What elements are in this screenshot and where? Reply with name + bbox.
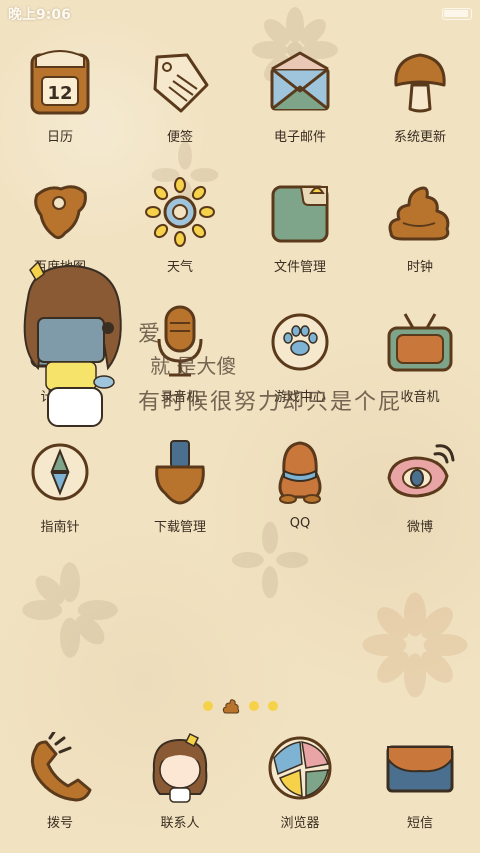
girl-widget-icon <box>23 260 122 427</box>
app-file-manager[interactable]: 文件管理 <box>240 174 360 282</box>
app-weather[interactable]: 天气 <box>120 174 240 282</box>
app-dialer[interactable]: 拨号 <box>0 730 120 846</box>
app-sms[interactable]: 短信 <box>360 730 480 846</box>
page-dot[interactable] <box>267 701 278 711</box>
app-label: 时钟 <box>406 260 433 275</box>
page-dot[interactable] <box>248 701 259 711</box>
app-weibo[interactable]: 微博 <box>360 434 480 542</box>
app-qq[interactable]: QQ <box>240 434 360 542</box>
app-label: 便签 <box>166 130 193 145</box>
app-clock[interactable]: 时钟 <box>360 174 480 282</box>
app-label: 短信 <box>406 816 433 831</box>
app-download-manager[interactable]: 下载管理 <box>120 434 240 542</box>
app-label: 微博 <box>406 520 433 535</box>
wallpaper-flower-icon <box>22 562 118 658</box>
girl-contacts-icon <box>142 730 218 806</box>
battery-icon <box>442 8 472 20</box>
phone-handset-icon <box>22 730 98 806</box>
notes-tag-icon <box>142 44 218 120</box>
app-system-update[interactable]: 系统更新 <box>360 44 480 152</box>
penguin-icon <box>262 434 338 510</box>
sun-weather-icon <box>142 174 218 250</box>
globe-browser-icon <box>262 730 338 806</box>
eye-weibo-icon <box>382 434 458 510</box>
poop-clock-icon <box>382 174 458 250</box>
app-label: 收音机 <box>400 390 440 405</box>
app-label: 日历 <box>46 130 73 145</box>
app-label: 系统更新 <box>393 130 446 145</box>
dock: 拨号 联系人 浏览器 短信 <box>0 730 480 846</box>
overlay-text-line3: 有时候很努力却只是个屁 <box>138 390 403 415</box>
app-email[interactable]: 电子邮件 <box>240 44 360 152</box>
status-bar: 晚上9:06 <box>0 0 480 28</box>
download-icon <box>142 434 218 510</box>
envelope-sms-icon <box>382 730 458 806</box>
app-label: 文件管理 <box>273 260 326 275</box>
overlay-text-line2: 就 是大傻 <box>150 354 237 378</box>
page-dot-active-icon[interactable] <box>222 698 240 714</box>
app-notes[interactable]: 便签 <box>120 44 240 152</box>
app-label: 联系人 <box>160 816 200 831</box>
app-compass[interactable]: 指南针 <box>0 434 120 542</box>
app-label: 拨号 <box>46 816 73 831</box>
app-label: QQ <box>289 516 311 531</box>
page-dot[interactable] <box>202 701 213 711</box>
app-label: 天气 <box>166 260 193 275</box>
app-label: 电子邮件 <box>273 130 326 145</box>
app-calendar[interactable]: 12 日历 <box>0 44 120 152</box>
app-browser[interactable]: 浏览器 <box>240 730 360 846</box>
map-blob-icon <box>22 174 98 250</box>
app-contacts[interactable]: 联系人 <box>120 730 240 846</box>
page-indicator[interactable] <box>0 696 480 716</box>
app-label: 指南针 <box>40 520 80 535</box>
calendar-day: 12 <box>47 83 72 104</box>
overlay-text-line1: 爱 <box>138 322 161 347</box>
mushroom-update-icon <box>382 44 458 120</box>
mail-envelope-icon <box>262 44 338 120</box>
tv-radio-icon <box>382 304 458 380</box>
status-time: 晚上9:06 <box>8 7 71 23</box>
app-label: 下载管理 <box>153 520 206 535</box>
app-label: 浏览器 <box>280 816 320 831</box>
compass-icon <box>22 434 98 510</box>
folder-icon <box>262 174 338 250</box>
paw-game-icon <box>262 304 338 380</box>
calendar-icon: 12 <box>22 44 98 120</box>
wallpaper-flower-icon <box>362 592 468 698</box>
